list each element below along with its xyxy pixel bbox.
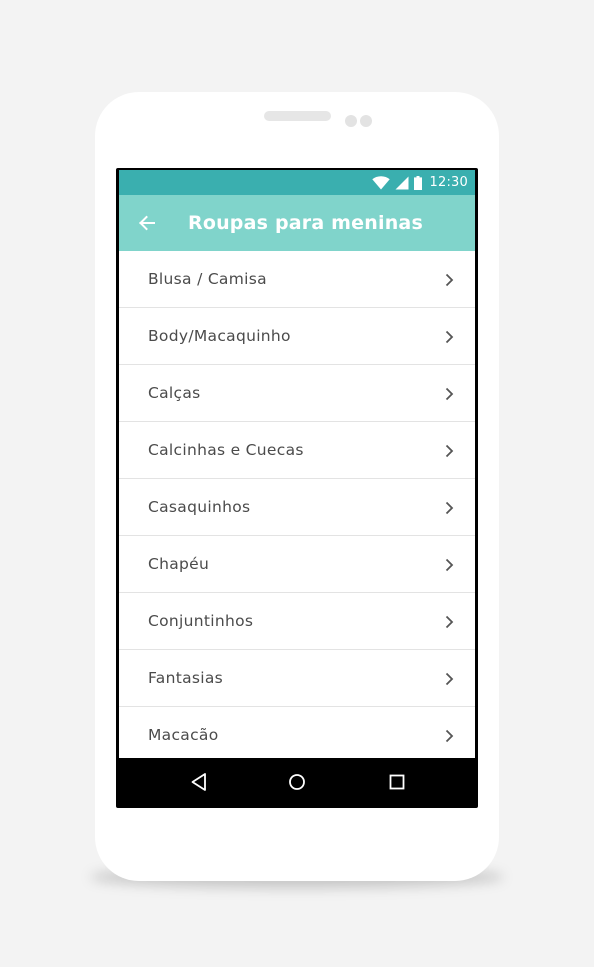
status-bar: 12:30 <box>119 170 475 195</box>
chevron-right-icon <box>445 443 454 458</box>
chevron-right-icon <box>445 386 454 401</box>
list-item[interactable]: Conjuntinhos <box>119 593 475 650</box>
list-item[interactable]: Casaquinhos <box>119 479 475 536</box>
chevron-right-icon <box>445 500 454 515</box>
wifi-icon <box>371 175 390 190</box>
page-title: Roupas para meninas <box>188 212 423 234</box>
list-item-label: Calças <box>148 384 201 402</box>
phone-speaker <box>264 111 331 121</box>
list-item-label: Fantasias <box>148 669 224 687</box>
chevron-right-icon <box>445 728 454 743</box>
list-item[interactable]: Macacão <box>119 707 475 758</box>
list-item[interactable]: Body/Macaquinho <box>119 308 475 365</box>
system-nav-bar <box>119 758 475 806</box>
list-item[interactable]: Calcinhas e Cuecas <box>119 422 475 479</box>
list-item-label: Calcinhas e Cuecas <box>148 441 304 459</box>
chevron-right-icon <box>445 329 454 344</box>
nav-recents-icon[interactable] <box>385 770 409 794</box>
phone-camera-dot <box>360 115 372 127</box>
status-icons: 12:30 <box>371 170 468 195</box>
chevron-right-icon <box>445 614 454 629</box>
app-bar: Roupas para meninas <box>119 195 475 251</box>
chevron-right-icon <box>445 671 454 686</box>
list-item[interactable]: Fantasias <box>119 650 475 707</box>
battery-icon <box>413 175 422 190</box>
arrow-left-icon[interactable] <box>135 211 159 235</box>
category-list: Blusa / Camisa Body/Macaquinho Calças Ca… <box>119 251 475 758</box>
list-item-label: Blusa / Camisa <box>148 270 267 288</box>
list-item-label: Macacão <box>148 726 219 744</box>
phone-camera-dot <box>345 115 357 127</box>
status-time: 12:30 <box>429 175 468 190</box>
list-item[interactable]: Chapéu <box>119 536 475 593</box>
list-item[interactable]: Calças <box>119 365 475 422</box>
list-item[interactable]: Blusa / Camisa <box>119 251 475 308</box>
nav-home-icon[interactable] <box>285 770 309 794</box>
list-item-label: Body/Macaquinho <box>148 327 291 345</box>
list-item-label: Conjuntinhos <box>148 612 254 630</box>
list-item-label: Chapéu <box>148 555 210 573</box>
chevron-right-icon <box>445 272 454 287</box>
nav-back-icon[interactable] <box>188 770 212 794</box>
device-screen: 12:30 Roupas para meninas Blusa / Camisa… <box>116 168 478 808</box>
cellular-signal-icon <box>395 176 409 190</box>
list-item-label: Casaquinhos <box>148 498 251 516</box>
chevron-right-icon <box>445 557 454 572</box>
